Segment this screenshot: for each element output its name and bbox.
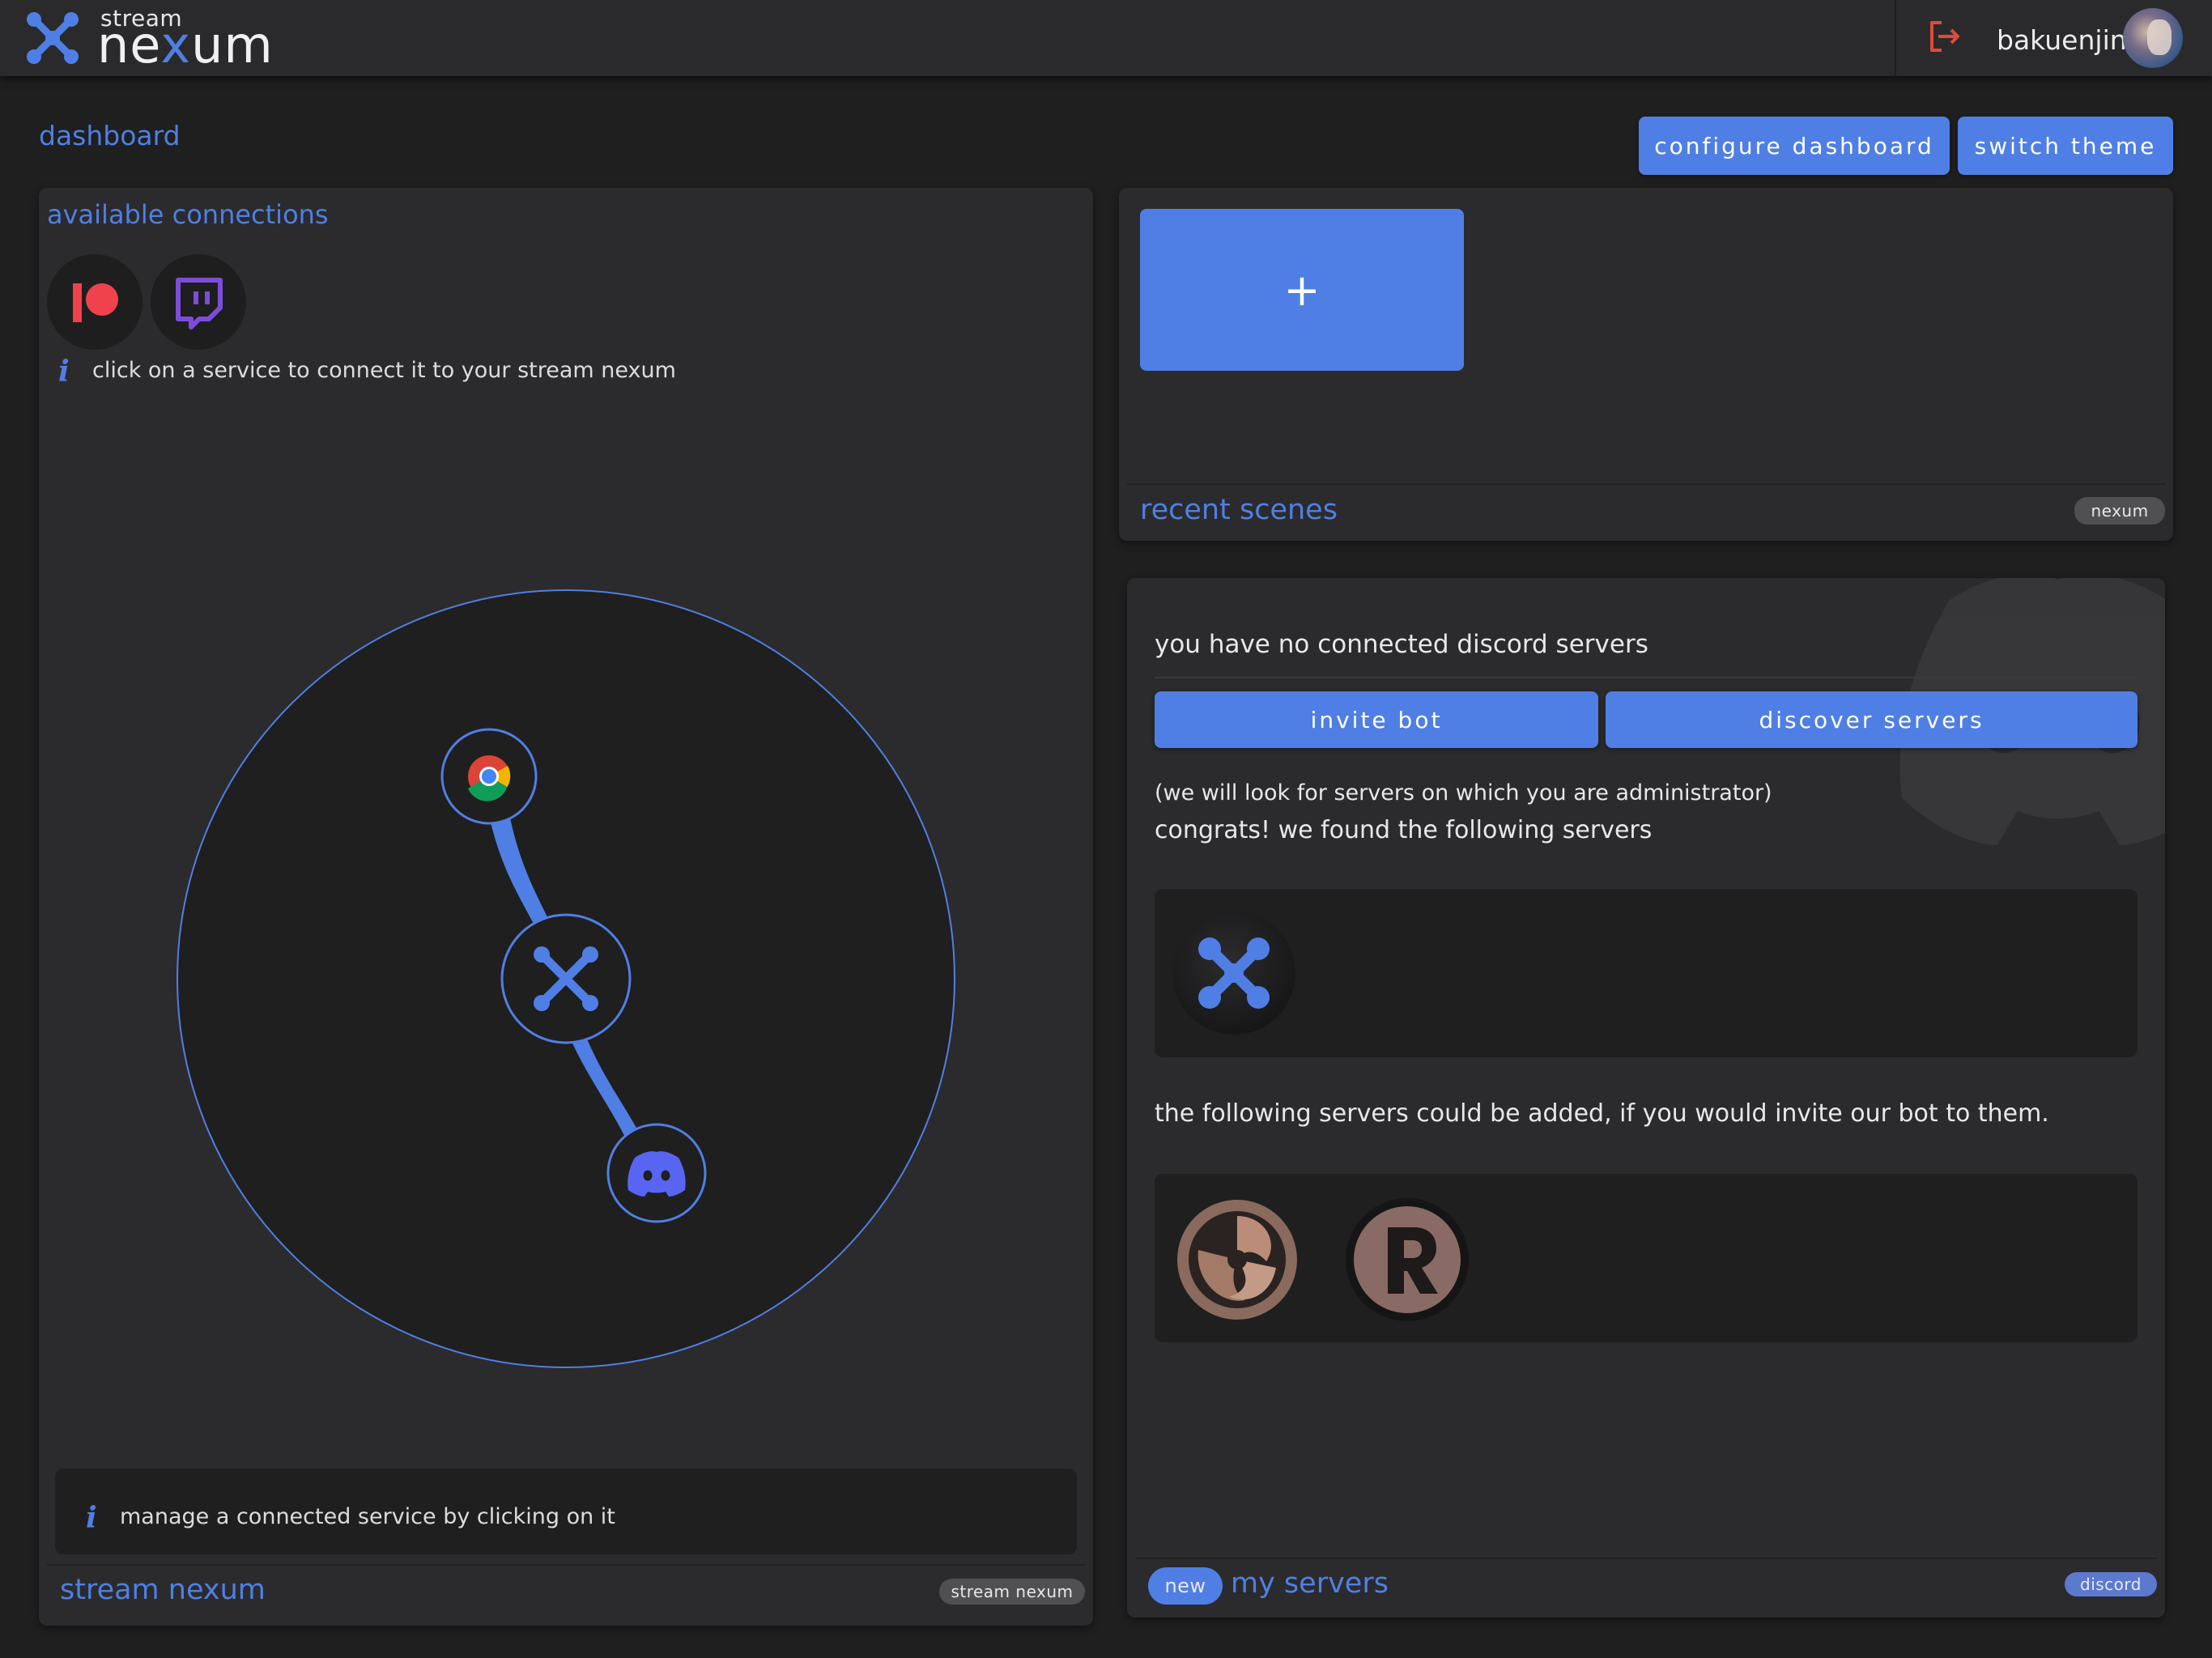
top-bar-divider (1895, 0, 1896, 76)
connect-hint: click on a service to connect it to your… (92, 358, 676, 383)
card-footer-divider (47, 1564, 1085, 1566)
found-servers-text: congrats! we found the following servers (1155, 816, 1653, 844)
my-servers-title: my servers (1231, 1567, 1389, 1600)
username[interactable]: bakuenjin (1997, 24, 2127, 56)
nexum-logo-icon[interactable] (24, 10, 81, 66)
brand-name-x: x (160, 15, 192, 74)
connection-graph (177, 589, 955, 1368)
nexum-tag: nexum (2074, 497, 2165, 525)
info-icon: i (86, 1501, 97, 1535)
page-title: dashboard (39, 120, 181, 151)
nexum-node[interactable] (500, 913, 632, 1044)
twitch-icon (176, 278, 223, 329)
chrome-node[interactable] (440, 728, 538, 825)
info-icon: i (58, 355, 70, 389)
discord-icon (627, 1151, 686, 1197)
configure-dashboard-button[interactable]: configure dashboard (1639, 117, 1950, 175)
admin-note: (we will look for servers on which you a… (1155, 780, 1772, 806)
patreon-service[interactable] (47, 254, 143, 350)
logout-icon[interactable] (1925, 18, 1963, 55)
addable-servers-text: the following servers could be added, if… (1155, 1099, 2049, 1128)
patreon-icon (73, 283, 118, 322)
add-scene-button[interactable]: + (1140, 209, 1464, 371)
brand-name-end: um (191, 15, 274, 74)
manage-hint: manage a connected service by clicking o… (120, 1504, 615, 1529)
found-servers-list (1155, 889, 2138, 1057)
card-footer-divider (1135, 1558, 2157, 1559)
brand-name-start: ne (97, 15, 161, 74)
r-server-icon[interactable] (1346, 1198, 1469, 1321)
nexum-server-icon[interactable] (1172, 912, 1295, 1035)
addable-servers-list (1155, 1174, 2138, 1342)
stream-nexum-title: stream nexum (60, 1574, 266, 1606)
top-bar: stream nexum bakuenjin (0, 0, 2212, 76)
available-connections-title: available connections (47, 199, 329, 230)
card-footer-divider (1127, 483, 2165, 485)
divider (1155, 677, 2138, 678)
osu-server-icon[interactable] (1176, 1198, 1299, 1321)
discord-node[interactable] (606, 1123, 707, 1223)
invite-bot-button[interactable]: invite bot (1155, 691, 1598, 748)
no-servers-text: you have no connected discord servers (1155, 630, 1648, 659)
recent-scenes-title: recent scenes (1140, 494, 1338, 526)
discord-tag: discord (2065, 1572, 2157, 1596)
stream-nexum-tag: stream nexum (939, 1579, 1085, 1605)
switch-theme-button[interactable]: switch theme (1958, 117, 2173, 175)
brand-name: nexum (97, 15, 274, 74)
twitch-service[interactable] (151, 254, 246, 350)
user-avatar[interactable] (2123, 8, 2183, 68)
new-badge: new (1148, 1567, 1223, 1605)
discover-servers-button[interactable]: discover servers (1606, 691, 2138, 748)
